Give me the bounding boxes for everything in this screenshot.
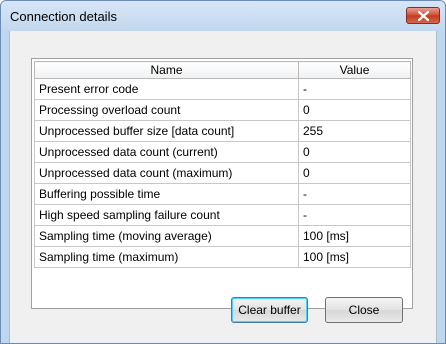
table-row[interactable]: Unprocessed data count (maximum) 0 bbox=[34, 162, 411, 184]
window-close-button[interactable] bbox=[406, 7, 440, 24]
column-header-name[interactable]: Name bbox=[34, 61, 299, 79]
row-value: - bbox=[298, 204, 411, 226]
clear-buffer-button[interactable]: Clear buffer bbox=[231, 297, 308, 323]
window-title: Connection details bbox=[10, 9, 117, 24]
row-name: Sampling time (moving average) bbox=[34, 225, 299, 247]
table-row[interactable]: Buffering possible time - bbox=[34, 183, 411, 205]
close-button[interactable]: Close bbox=[325, 297, 403, 323]
row-value: 0 bbox=[298, 162, 411, 184]
row-name: Unprocessed data count (maximum) bbox=[34, 162, 299, 184]
row-name: Present error code bbox=[34, 78, 299, 100]
details-list[interactable]: Name Value Present error code - Processi… bbox=[31, 58, 413, 309]
row-value: 100 [ms] bbox=[298, 225, 411, 247]
table-row[interactable]: Processing overload count 0 bbox=[34, 99, 411, 121]
table-row[interactable]: Unprocessed data count (current) 0 bbox=[34, 141, 411, 163]
dialog-body: Name Value Present error code - Processi… bbox=[9, 31, 437, 343]
details-table: Name Value Present error code - Processi… bbox=[34, 61, 411, 268]
row-name: Sampling time (maximum) bbox=[34, 246, 299, 268]
row-name: Processing overload count bbox=[34, 99, 299, 121]
table-row[interactable]: Sampling time (maximum) 100 [ms] bbox=[34, 246, 411, 268]
row-name: High speed sampling failure count bbox=[34, 204, 299, 226]
row-value: - bbox=[298, 78, 411, 100]
connection-details-dialog: Connection details Name Value Present er… bbox=[0, 0, 446, 344]
row-name: Buffering possible time bbox=[34, 183, 299, 205]
table-row[interactable]: High speed sampling failure count - bbox=[34, 204, 411, 226]
row-name: Unprocessed buffer size [data count] bbox=[34, 120, 299, 142]
row-value: 0 bbox=[298, 99, 411, 121]
column-header-value[interactable]: Value bbox=[298, 61, 411, 79]
row-value: 0 bbox=[298, 141, 411, 163]
row-value: - bbox=[298, 183, 411, 205]
row-value: 255 bbox=[298, 120, 411, 142]
table-header-row: Name Value bbox=[34, 61, 411, 79]
close-icon bbox=[418, 11, 429, 21]
row-value: 100 [ms] bbox=[298, 246, 411, 268]
table-row[interactable]: Unprocessed buffer size [data count] 255 bbox=[34, 120, 411, 142]
table-row[interactable]: Sampling time (moving average) 100 [ms] bbox=[34, 225, 411, 247]
table-row[interactable]: Present error code - bbox=[34, 78, 411, 100]
title-bar[interactable]: Connection details bbox=[1, 1, 445, 31]
row-name: Unprocessed data count (current) bbox=[34, 141, 299, 163]
